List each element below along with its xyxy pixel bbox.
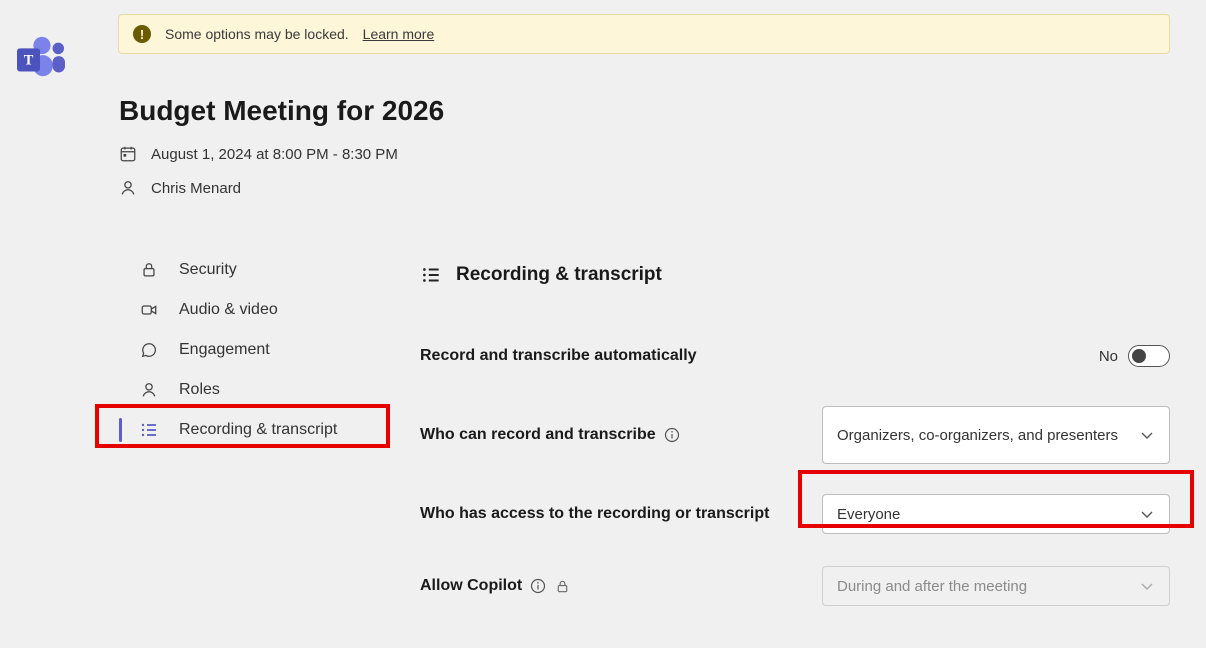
chevron-down-icon bbox=[1139, 506, 1155, 522]
section-title: Recording & transcript bbox=[456, 264, 662, 286]
meeting-datetime: August 1, 2024 at 8:00 PM - 8:30 PM bbox=[151, 146, 398, 163]
setting-label-text: Allow Copilot bbox=[420, 577, 522, 595]
settings-main: Recording & transcript Record and transc… bbox=[420, 264, 1170, 636]
video-icon bbox=[139, 300, 159, 320]
toggle-knob bbox=[1132, 349, 1146, 363]
setting-who-has-access: Who has access to the recording or trans… bbox=[420, 492, 1170, 536]
sidebar-item-label: Engagement bbox=[179, 341, 270, 359]
sidebar-item-audio-video[interactable]: Audio & video bbox=[105, 290, 395, 330]
locked-options-banner: ! Some options may be locked. Learn more bbox=[118, 14, 1170, 54]
lock-icon bbox=[139, 260, 159, 280]
setting-label: Allow Copilot bbox=[420, 577, 570, 595]
sidebar-item-label: Roles bbox=[179, 381, 220, 399]
setting-label-text: Who can record and transcribe bbox=[420, 426, 656, 444]
sidebar-item-engagement[interactable]: Engagement bbox=[105, 330, 395, 370]
banner-text: Some options may be locked. bbox=[165, 26, 349, 42]
info-icon[interactable] bbox=[664, 427, 680, 443]
toggle-group: No bbox=[1099, 345, 1170, 367]
person-icon bbox=[139, 380, 159, 400]
who-can-record-dropdown[interactable]: Organizers, co-organizers, and presenter… bbox=[822, 406, 1170, 464]
setting-auto-record: Record and transcribe automatically No bbox=[420, 334, 1170, 378]
teams-logo: T bbox=[12, 34, 70, 82]
chevron-down-icon bbox=[1139, 427, 1155, 443]
auto-record-toggle[interactable] bbox=[1128, 345, 1170, 367]
calendar-icon bbox=[119, 145, 137, 163]
dropdown-value: Everyone bbox=[837, 506, 900, 523]
sidebar-item-label: Audio & video bbox=[179, 301, 278, 319]
sidebar-item-label: Recording & transcript bbox=[179, 421, 337, 439]
meeting-organizer: Chris Menard bbox=[151, 180, 241, 197]
warning-icon: ! bbox=[133, 25, 151, 43]
setting-who-can-record: Who can record and transcribe Organizers… bbox=[420, 406, 1170, 464]
section-header: Recording & transcript bbox=[420, 264, 1170, 286]
toggle-value-label: No bbox=[1099, 348, 1118, 365]
info-icon[interactable] bbox=[530, 578, 546, 594]
settings-sidebar: Security Audio & video Engagement Roles bbox=[105, 250, 395, 450]
meeting-datetime-row: August 1, 2024 at 8:00 PM - 8:30 PM bbox=[119, 145, 398, 163]
setting-label: Who has access to the recording or trans… bbox=[420, 505, 769, 523]
who-has-access-dropdown[interactable]: Everyone bbox=[822, 494, 1170, 534]
sidebar-item-label: Security bbox=[179, 261, 237, 279]
allow-copilot-dropdown: During and after the meeting bbox=[822, 566, 1170, 606]
chat-icon bbox=[139, 340, 159, 360]
chevron-down-icon bbox=[1139, 578, 1155, 594]
lock-icon bbox=[554, 578, 570, 594]
setting-allow-copilot: Allow Copilot During and after the meeti… bbox=[420, 564, 1170, 608]
svg-text:T: T bbox=[24, 53, 34, 69]
page-title: Budget Meeting for 2026 bbox=[119, 95, 444, 127]
person-icon bbox=[119, 179, 137, 197]
sidebar-item-recording-transcript[interactable]: Recording & transcript bbox=[105, 410, 395, 450]
setting-label: Record and transcribe automatically bbox=[420, 347, 697, 365]
sidebar-item-roles[interactable]: Roles bbox=[105, 370, 395, 410]
dropdown-value: During and after the meeting bbox=[837, 578, 1027, 595]
sidebar-item-security[interactable]: Security bbox=[105, 250, 395, 290]
dropdown-value: Organizers, co-organizers, and presenter… bbox=[837, 427, 1118, 444]
list-icon bbox=[420, 264, 442, 286]
setting-label: Who can record and transcribe bbox=[420, 426, 680, 444]
learn-more-link[interactable]: Learn more bbox=[363, 26, 435, 42]
list-icon bbox=[139, 420, 159, 440]
meeting-organizer-row: Chris Menard bbox=[119, 179, 241, 197]
